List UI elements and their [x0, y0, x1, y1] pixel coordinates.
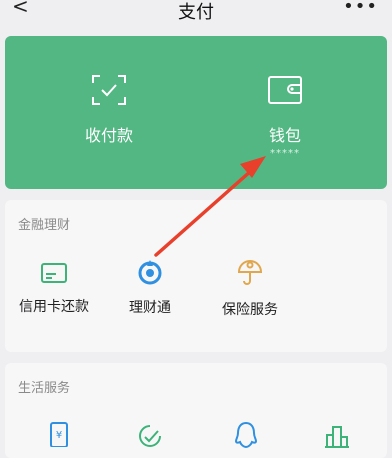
annotation-arrow: [154, 156, 266, 257]
